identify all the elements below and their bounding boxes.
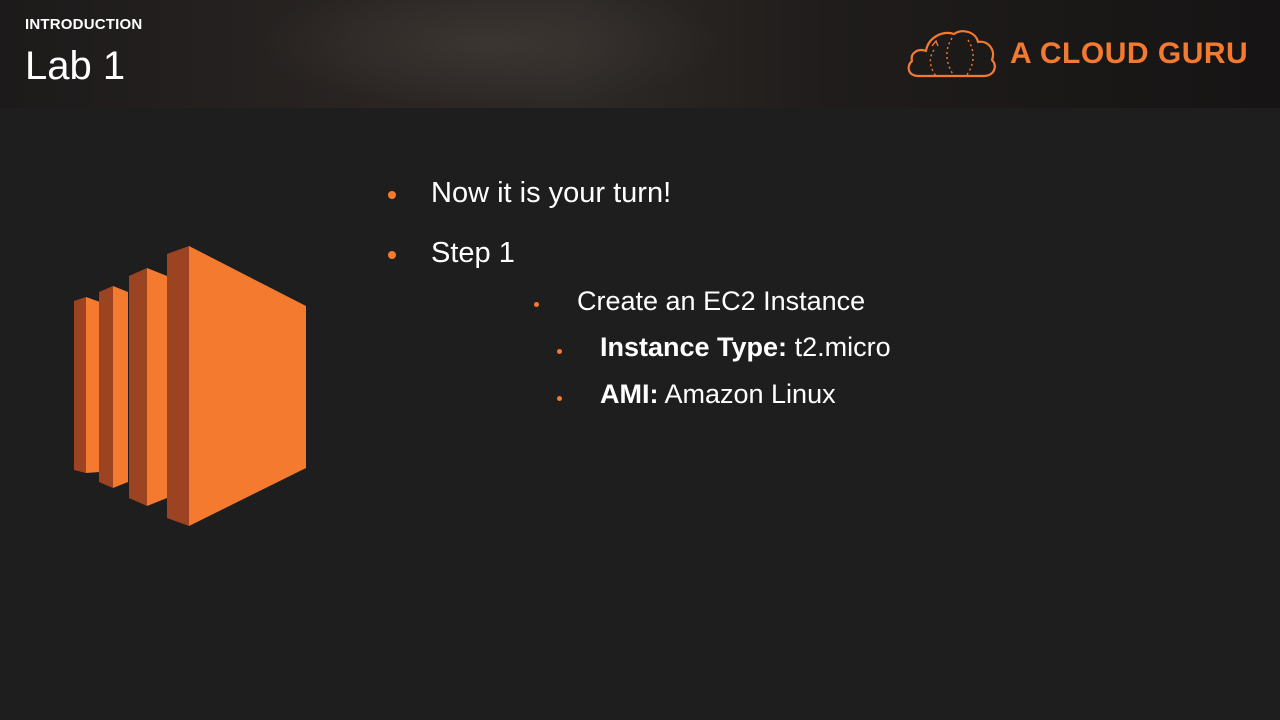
sub-sub-bullet-item: Instance Type: t2.micro — [600, 332, 891, 363]
bullet-dot — [534, 302, 539, 307]
bullet-text: Now it is your turn! — [431, 177, 672, 209]
instance-type-value: t2.micro — [787, 332, 891, 362]
bullet-item: Now it is your turn! — [431, 177, 671, 210]
bullet-dot — [557, 396, 562, 401]
bullet-dot — [557, 349, 562, 354]
ami-value: Amazon Linux — [658, 379, 836, 409]
bullet-list: Now it is your turn! Step 1 Create an EC… — [0, 0, 1280, 720]
sub-sub-bullet-item: AMI: Amazon Linux — [600, 379, 836, 410]
ami-label: AMI: — [600, 379, 659, 409]
sub-bullet-text: Create an EC2 Instance — [577, 286, 866, 316]
bullet-item: Step 1 — [431, 237, 515, 270]
bullet-text: Step 1 — [431, 237, 515, 269]
slide: INTRODUCTION Lab 1 A CLOUD GURU Now it i… — [0, 0, 1280, 720]
bullet-dot — [388, 191, 396, 199]
sub-bullet-item: Create an EC2 Instance — [577, 286, 865, 317]
bullet-dot — [388, 251, 396, 259]
instance-type-label: Instance Type: — [600, 332, 788, 362]
